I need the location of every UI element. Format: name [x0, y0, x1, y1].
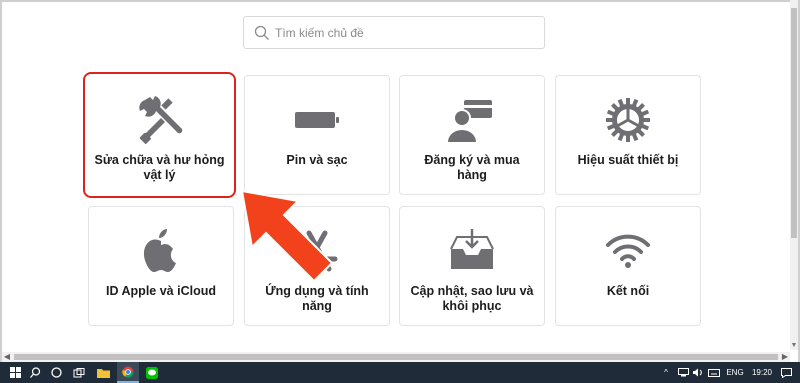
file-explorer-icon[interactable]	[94, 362, 112, 383]
tile-battery-charging[interactable]: Pin và sạc	[244, 75, 390, 195]
system-tray-chevron-icon[interactable]: ^	[660, 362, 672, 383]
user-card-icon	[400, 96, 544, 144]
apple-logo-icon	[89, 227, 233, 275]
battery-icon	[245, 96, 389, 144]
tile-update-backup-restore[interactable]: Cập nhật, sao lưu và khôi phục	[399, 206, 545, 326]
scrollbar-thumb[interactable]	[14, 354, 778, 360]
horizontal-scrollbar[interactable]: ◀ ▶	[2, 352, 790, 362]
topic-search-box[interactable]	[243, 16, 545, 49]
tile-repair-physical-damage[interactable]: Sửa chữa và hư hỏng vật lý	[83, 72, 236, 198]
wifi-icon	[556, 227, 700, 275]
app-store-icon	[245, 227, 389, 275]
language-indicator[interactable]: ENG	[724, 362, 746, 383]
tile-device-performance[interactable]: Hiệu suất thiết bị	[555, 75, 701, 195]
vertical-scrollbar[interactable]: ▼	[790, 0, 798, 350]
keyboard-icon[interactable]	[706, 362, 722, 383]
clock[interactable]: 19:20	[748, 362, 776, 383]
scroll-left-icon[interactable]: ◀	[2, 352, 12, 362]
tile-label: Sửa chữa và hư hỏng vật lý	[94, 153, 225, 182]
network-icon[interactable]	[676, 362, 690, 383]
volume-icon[interactable]	[692, 362, 704, 383]
tile-label: ID Apple và iCloud	[106, 284, 216, 298]
notifications-icon[interactable]	[778, 362, 794, 383]
scroll-right-icon[interactable]: ▶	[780, 352, 790, 362]
tile-apple-id-icloud[interactable]: ID Apple và iCloud	[88, 206, 234, 326]
search-input[interactable]	[275, 17, 535, 48]
task-view-icon[interactable]	[47, 362, 65, 383]
tile-label: Đăng ký và mua hàng	[424, 153, 520, 182]
tools-icon	[85, 96, 234, 144]
tile-label: Cập nhật, sao lưu và khôi phục	[410, 284, 534, 313]
window-frame-top	[0, 0, 800, 2]
chrome-icon[interactable]	[117, 362, 139, 383]
taskbar: ^ ENG 19:20	[0, 362, 800, 383]
download-tray-icon	[400, 227, 544, 275]
gear-icon	[556, 96, 700, 144]
search-icon[interactable]	[26, 362, 44, 383]
tile-subscriptions-purchases[interactable]: Đăng ký và mua hàng	[399, 75, 545, 195]
language-label: ENG	[726, 368, 744, 377]
clock-time: 19:20	[751, 368, 773, 377]
tile-label: Pin và sạc	[286, 153, 348, 167]
scroll-down-icon[interactable]: ▼	[790, 342, 798, 350]
scrollbar-thumb[interactable]	[791, 8, 797, 238]
window-frame-left	[0, 0, 2, 383]
tile-connectivity[interactable]: Kết nối	[555, 206, 701, 326]
task-switch-icon[interactable]	[70, 362, 88, 383]
search-icon	[254, 25, 269, 40]
tile-label: Hiệu suất thiết bị	[577, 153, 679, 167]
tile-label: Ứng dụng và tính năng	[265, 284, 369, 313]
tile-label: Kết nối	[606, 284, 650, 298]
tile-apps-features[interactable]: Ứng dụng và tính năng	[244, 206, 390, 326]
line-app-icon[interactable]	[143, 362, 161, 383]
windows-start-icon[interactable]	[6, 362, 24, 383]
